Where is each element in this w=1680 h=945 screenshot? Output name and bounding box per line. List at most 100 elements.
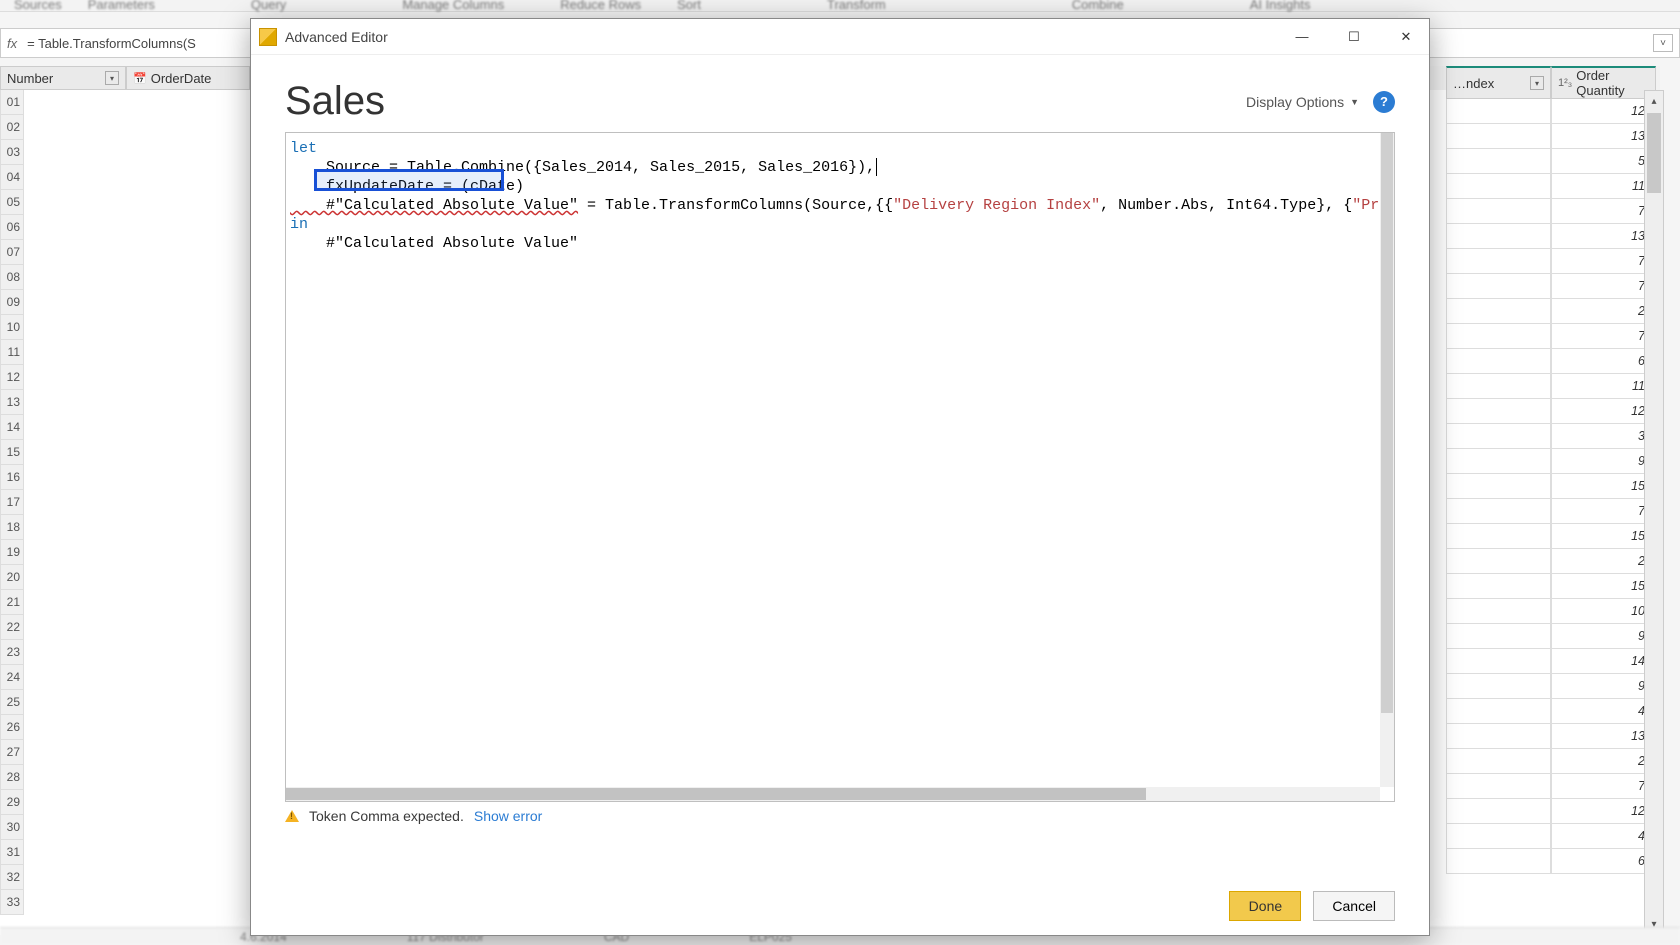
row-header[interactable]: 24 <box>0 665 24 690</box>
row-header[interactable]: 13 <box>0 390 24 415</box>
table-row[interactable]: 6 <box>1446 849 1656 874</box>
table-row[interactable]: 7 <box>1446 249 1656 274</box>
cell: 12 <box>1551 399 1656 424</box>
code-vertical-scrollbar[interactable] <box>1380 133 1394 787</box>
table-row[interactable]: 15 <box>1446 574 1656 599</box>
cell: 9 <box>1551 624 1656 649</box>
vertical-scrollbar[interactable]: ▴ ▾ <box>1644 90 1664 935</box>
cancel-button[interactable]: Cancel <box>1313 891 1395 921</box>
column-filter-icon[interactable]: ▾ <box>1530 76 1544 90</box>
row-header[interactable]: 21 <box>0 590 24 615</box>
row-header[interactable]: 22 <box>0 615 24 640</box>
table-row[interactable]: 7 <box>1446 274 1656 299</box>
help-icon[interactable]: ? <box>1373 91 1395 113</box>
table-row[interactable]: 11 <box>1446 374 1656 399</box>
row-header[interactable]: 33 <box>0 890 24 915</box>
row-header[interactable]: 15 <box>0 440 24 465</box>
row-header[interactable]: 09 <box>0 290 24 315</box>
table-row[interactable]: 14 <box>1446 649 1656 674</box>
formula-expand-button[interactable]: ˅ <box>1653 34 1673 52</box>
dialog-buttons: Done Cancel <box>285 867 1395 921</box>
table-row[interactable]: 12 <box>1446 99 1656 124</box>
table-row[interactable]: 7 <box>1446 774 1656 799</box>
table-row[interactable]: 7 <box>1446 199 1656 224</box>
row-header[interactable]: 08 <box>0 265 24 290</box>
row-header[interactable]: 32 <box>0 865 24 890</box>
row-header[interactable]: 19 <box>0 540 24 565</box>
dialog-titlebar[interactable]: Advanced Editor — ☐ ✕ <box>251 19 1429 55</box>
table-row[interactable]: 7 <box>1446 324 1656 349</box>
show-error-link[interactable]: Show error <box>474 808 542 824</box>
table-row[interactable]: 11 <box>1446 174 1656 199</box>
cell <box>1446 374 1551 399</box>
table-row[interactable]: 2 <box>1446 749 1656 774</box>
row-header[interactable]: 17 <box>0 490 24 515</box>
row-header[interactable]: 29 <box>0 790 24 815</box>
row-header[interactable]: 04 <box>0 165 24 190</box>
code-horizontal-scrollbar[interactable] <box>286 787 1380 801</box>
cell: 3 <box>1551 424 1656 449</box>
row-header[interactable]: 18 <box>0 515 24 540</box>
table-row[interactable]: 4 <box>1446 699 1656 724</box>
table-row[interactable]: 9 <box>1446 449 1656 474</box>
row-header[interactable]: 03 <box>0 140 24 165</box>
column-header-order-quantity[interactable]: 1²₃ Order Quantity <box>1551 66 1656 99</box>
row-header[interactable]: 11 <box>0 340 24 365</box>
table-row[interactable]: 2 <box>1446 299 1656 324</box>
scroll-thumb[interactable] <box>1381 133 1393 713</box>
row-header[interactable]: 31 <box>0 840 24 865</box>
scroll-thumb[interactable] <box>1647 113 1661 193</box>
table-row[interactable]: 4 <box>1446 824 1656 849</box>
table-row[interactable]: 9 <box>1446 624 1656 649</box>
done-button[interactable]: Done <box>1229 891 1301 921</box>
maximize-button[interactable]: ☐ <box>1339 26 1369 48</box>
row-header[interactable]: 25 <box>0 690 24 715</box>
table-row[interactable]: 15 <box>1446 474 1656 499</box>
display-options-dropdown[interactable]: Display Options ▼ <box>1246 94 1359 110</box>
row-header[interactable]: 27 <box>0 740 24 765</box>
table-row[interactable]: 6 <box>1446 349 1656 374</box>
cell: 6 <box>1551 349 1656 374</box>
table-row[interactable]: 13 <box>1446 224 1656 249</box>
cell: 7 <box>1551 274 1656 299</box>
ribbon-group: Sources <box>6 0 70 14</box>
row-header[interactable]: 26 <box>0 715 24 740</box>
close-button[interactable]: ✕ <box>1391 26 1421 48</box>
table-row[interactable]: 12 <box>1446 399 1656 424</box>
table-row[interactable]: 7 <box>1446 499 1656 524</box>
minimize-button[interactable]: — <box>1287 26 1317 48</box>
table-row[interactable]: 2 <box>1446 549 1656 574</box>
table-row[interactable]: 3 <box>1446 424 1656 449</box>
advanced-editor-dialog: Advanced Editor — ☐ ✕ Sales Display Opti… <box>250 18 1430 936</box>
row-header[interactable]: 06 <box>0 215 24 240</box>
column-header-index[interactable]: …ndex ▾ <box>1446 66 1551 99</box>
row-header[interactable]: 07 <box>0 240 24 265</box>
row-header[interactable]: 12 <box>0 365 24 390</box>
table-row[interactable]: 9 <box>1446 674 1656 699</box>
row-header[interactable]: 10 <box>0 315 24 340</box>
row-header[interactable]: 28 <box>0 765 24 790</box>
row-header[interactable]: 01 <box>0 90 24 115</box>
table-row[interactable]: 10 <box>1446 599 1656 624</box>
row-header[interactable]: 02 <box>0 115 24 140</box>
table-row[interactable]: 13 <box>1446 724 1656 749</box>
code-editor[interactable]: let Source = Table.Combine({Sales_2014, … <box>285 132 1395 802</box>
code-text[interactable]: let Source = Table.Combine({Sales_2014, … <box>286 133 1380 787</box>
table-row[interactable]: 13 <box>1446 124 1656 149</box>
row-header[interactable]: 20 <box>0 565 24 590</box>
column-header-orderdate[interactable]: 📅 OrderDate <box>126 66 250 90</box>
row-header[interactable]: 05 <box>0 190 24 215</box>
table-row[interactable]: 5 <box>1446 149 1656 174</box>
row-header[interactable]: 16 <box>0 465 24 490</box>
table-row[interactable]: 12 <box>1446 799 1656 824</box>
cell <box>1446 99 1551 124</box>
scroll-up-icon[interactable]: ▴ <box>1645 91 1663 111</box>
table-row[interactable]: 15 <box>1446 524 1656 549</box>
column-filter-icon[interactable]: ▾ <box>105 71 119 85</box>
row-header[interactable]: 30 <box>0 815 24 840</box>
row-header[interactable]: 14 <box>0 415 24 440</box>
column-header-number[interactable]: Number ▾ <box>0 66 126 90</box>
scroll-thumb[interactable] <box>286 788 1146 800</box>
warning-icon <box>285 810 299 822</box>
row-header[interactable]: 23 <box>0 640 24 665</box>
